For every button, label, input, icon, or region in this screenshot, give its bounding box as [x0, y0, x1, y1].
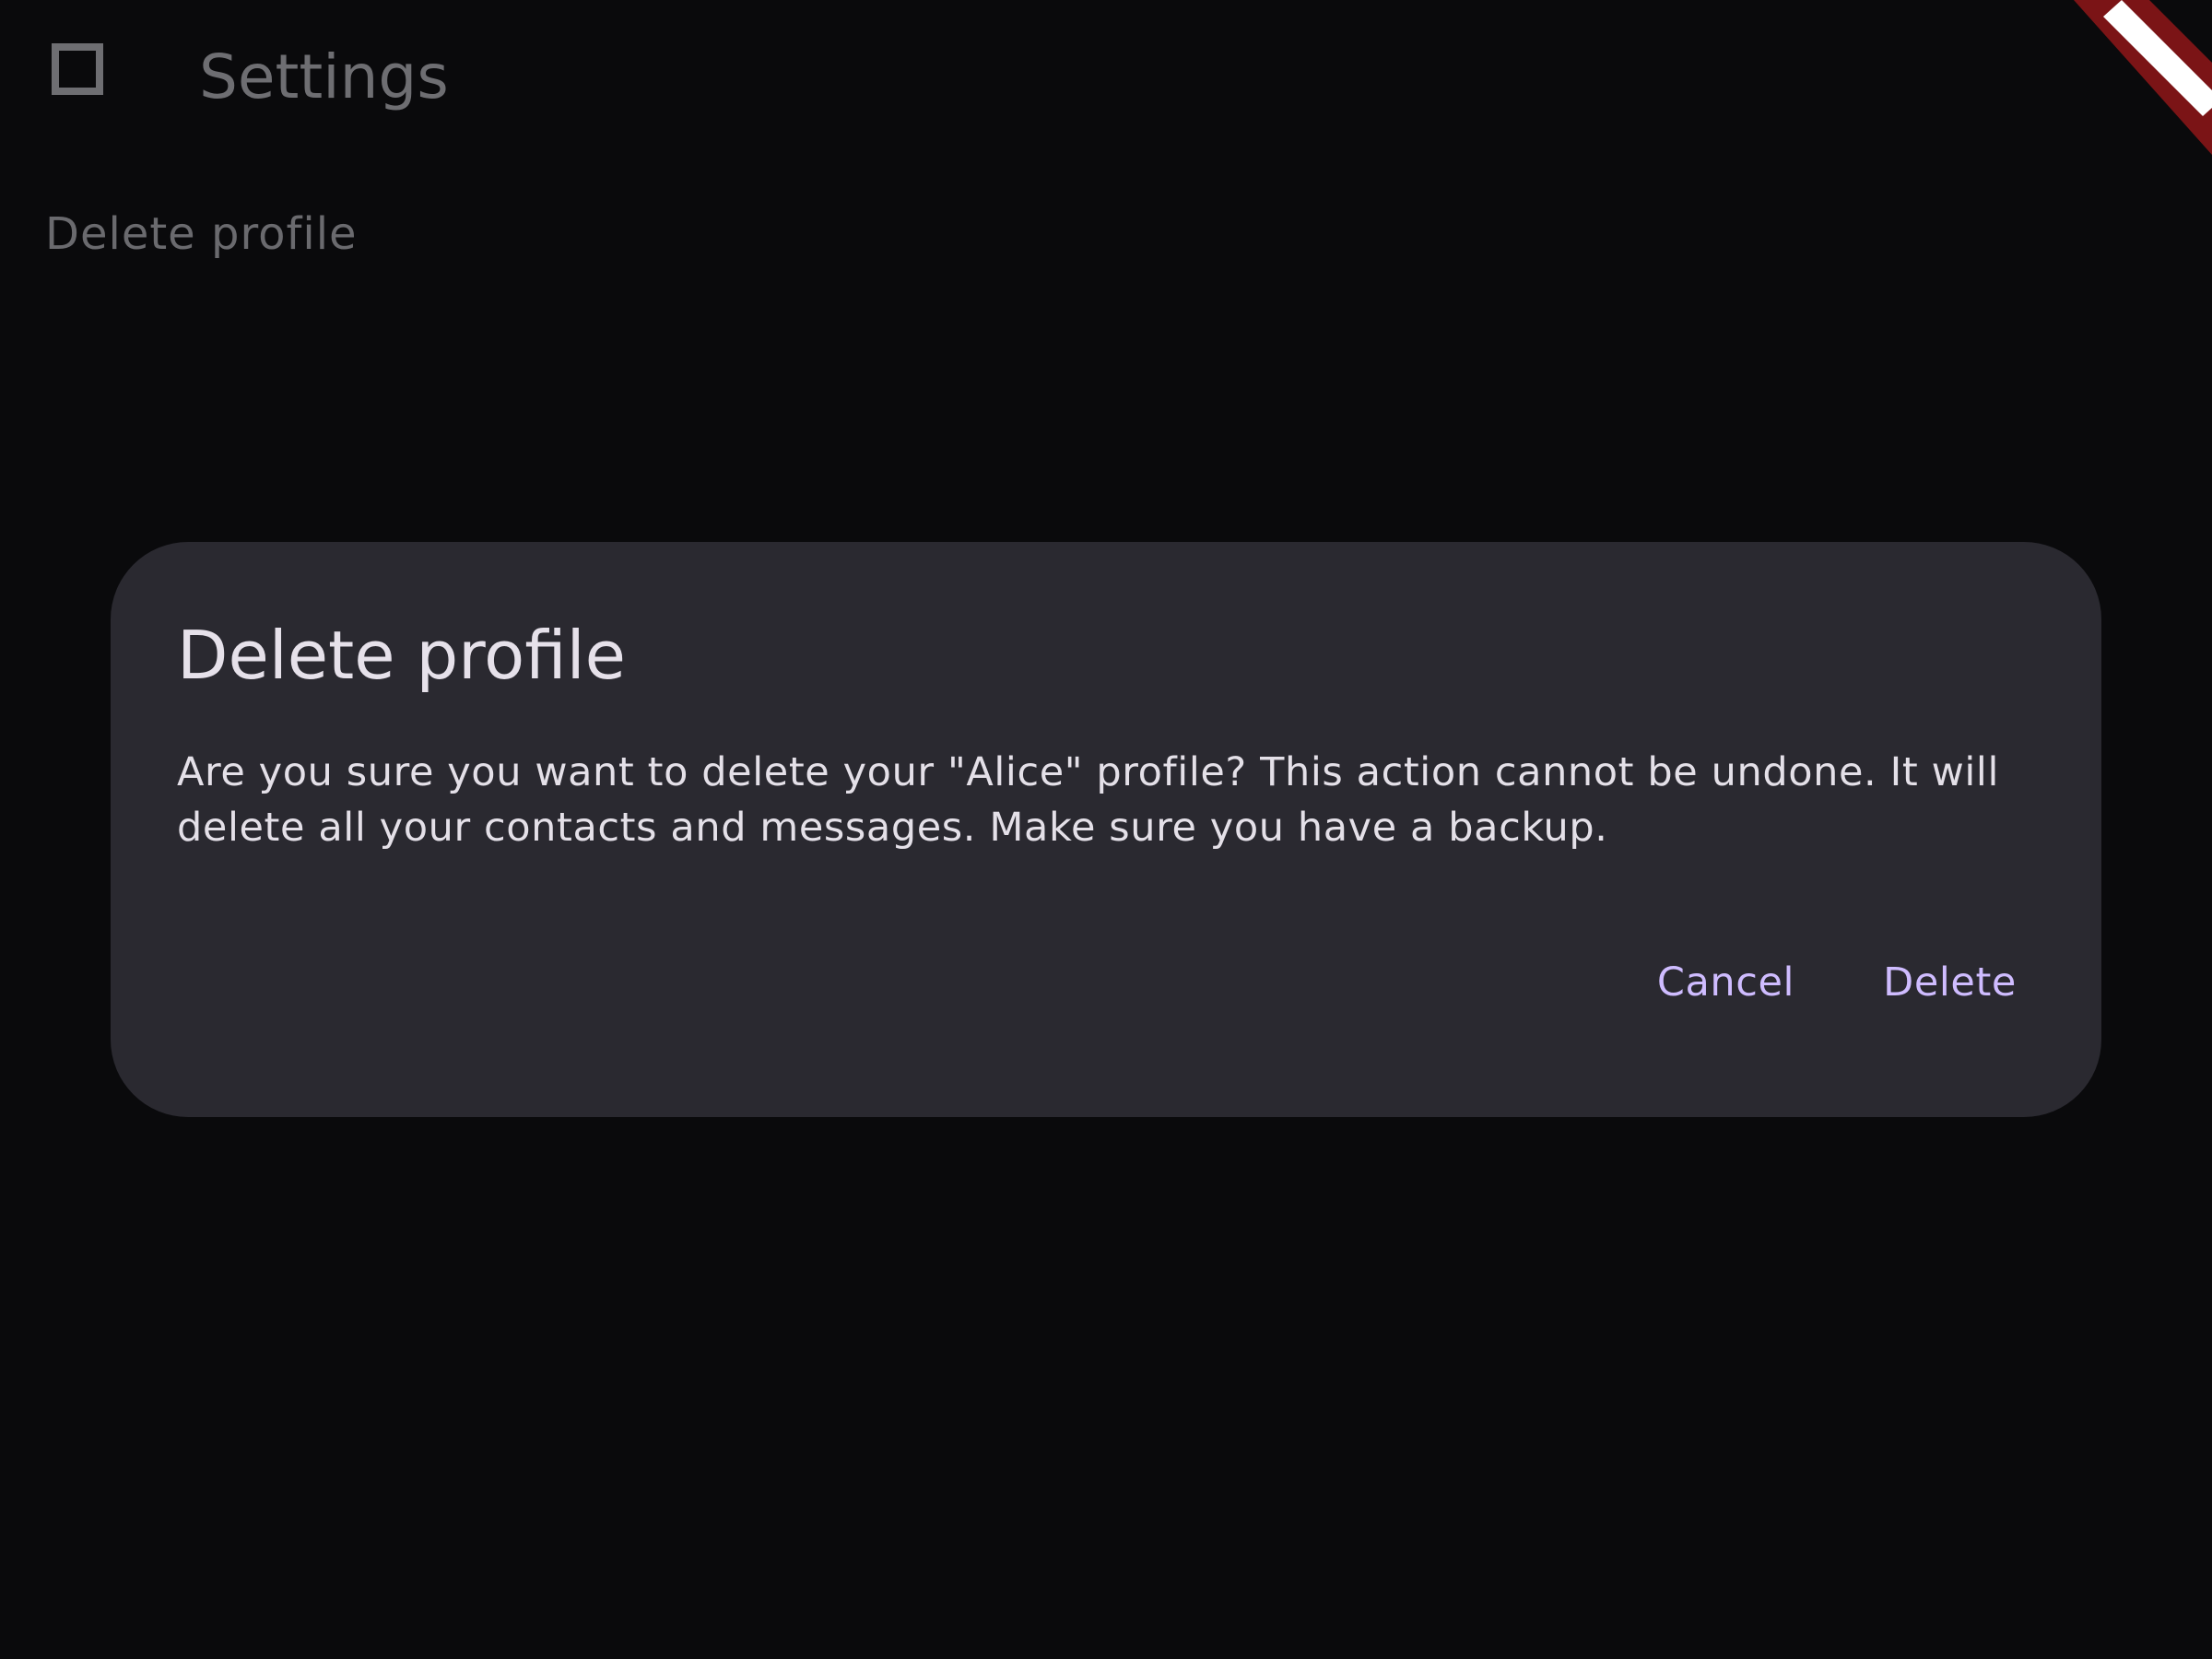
- cancel-button[interactable]: Cancel: [1657, 955, 1794, 1010]
- settings-screen: Settings Delete profile Delete profile A…: [0, 0, 2212, 1659]
- dialog-title: Delete profile: [177, 617, 626, 694]
- dialog-message: Are you sure you want to delete your "Al…: [177, 749, 2000, 851]
- dialog-actions: Cancel Delete: [1657, 936, 2017, 1029]
- delete-button[interactable]: Delete: [1883, 955, 2017, 1010]
- delete-profile-dialog: Delete profile Are you sure you want to …: [111, 542, 2101, 1117]
